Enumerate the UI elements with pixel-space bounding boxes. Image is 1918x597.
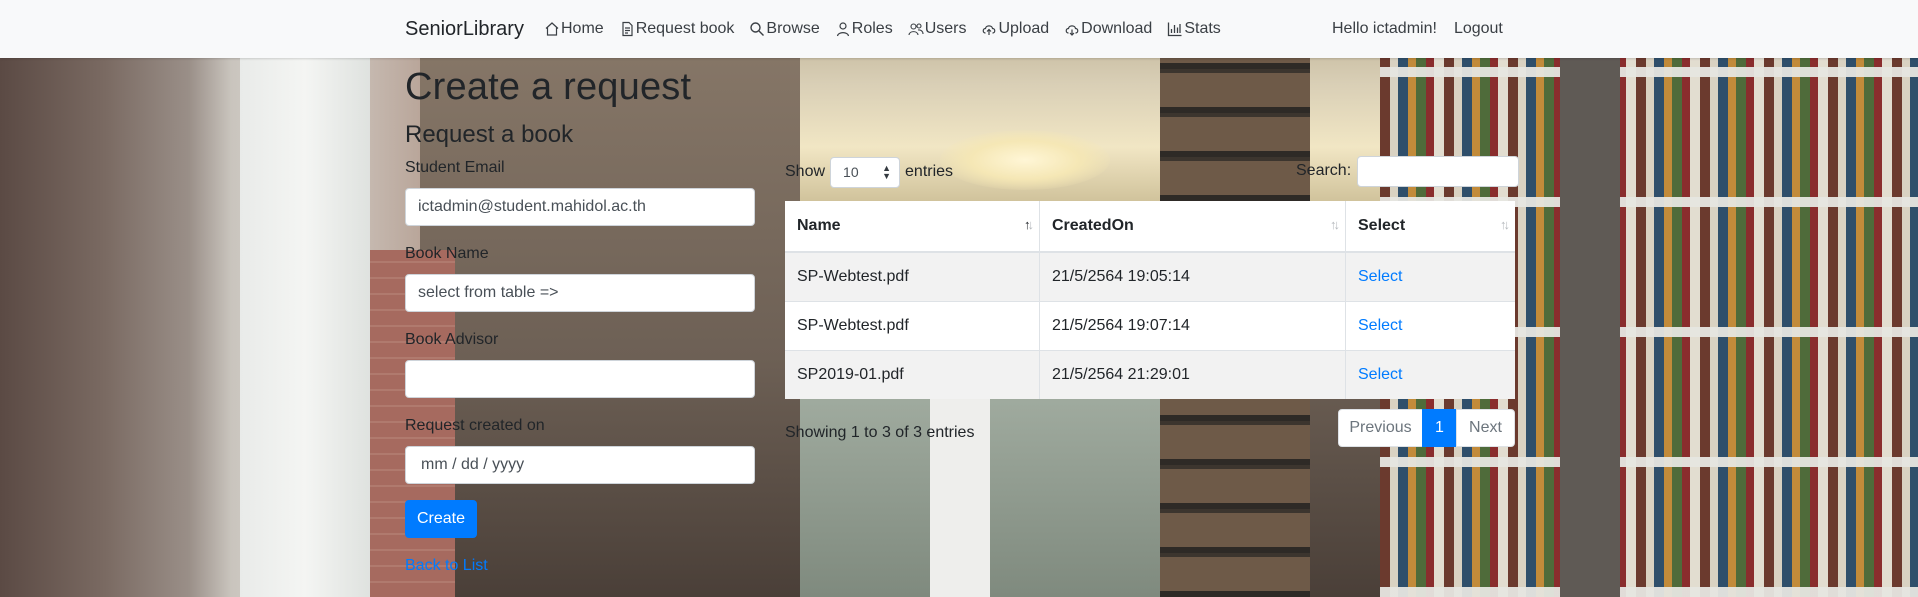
sort-icon: ↑↓ [1500,217,1510,232]
nav-stats[interactable]: Stats [1167,20,1221,38]
nav-home[interactable]: Home [544,20,604,38]
nav-upload-label: Upload [998,20,1050,37]
nav-links: Home Request book Browse Roles Users Upl… [544,0,1236,58]
document-icon [622,21,633,37]
book-name-input[interactable] [405,274,755,312]
house-icon [545,22,559,36]
book-advisor-input[interactable] [405,360,755,398]
column-header-name[interactable]: Name ↑↓ [785,201,1040,253]
request-date-input[interactable]: mm / dd / yyyy [405,446,755,484]
table-row: SP-Webtest.pdf 21/5/2564 19:07:14 Select [785,301,1515,351]
person-icon [836,22,849,37]
pagination-next[interactable]: Next [1456,409,1515,447]
nav-users-label: Users [924,20,967,37]
select-link[interactable]: Select [1358,317,1402,334]
back-to-list-link[interactable]: Back to List [405,557,488,575]
cell-name: SP-Webtest.pdf [785,301,1040,351]
column-header-select[interactable]: Select ↑↓ [1345,201,1515,253]
nav-download[interactable]: Download [1064,20,1152,38]
entries-length-value: 10 [843,164,859,180]
cell-select: Select [1345,251,1515,302]
cloud-upload-icon [983,25,996,35]
nav-stats-label: Stats [1184,20,1221,37]
student-email-label: Student Email [405,159,505,176]
pagination-previous[interactable]: Previous [1338,409,1423,447]
nav-browse[interactable]: Browse [749,20,820,38]
cell-name: SP-Webtest.pdf [785,251,1040,302]
entries-label: entries [905,163,954,180]
logout-link[interactable]: Logout [1454,20,1503,38]
column-header-name-label: Name [797,217,841,234]
cell-select: Select [1345,350,1515,399]
page-title: Create a request [405,66,692,108]
nav-user-area: Hello ictadmin! Logout [1332,0,1503,58]
cloud-download-icon [1065,25,1079,36]
sort-icon: ↑↓ [1330,217,1340,232]
student-email-input[interactable] [405,188,755,226]
nav-upload[interactable]: Upload [981,20,1049,38]
entries-length-select[interactable]: 10 ▲ ▼ [830,156,901,188]
search-input[interactable] [1357,155,1520,187]
nav-request-book-label: Request book [635,20,735,37]
entries-length-control: Show 10 ▲ ▼ entries [785,155,953,189]
search-icon [750,22,765,36]
bar-chart-icon [1168,22,1182,37]
pagination-page-1[interactable]: 1 [1422,409,1457,447]
cell-created: 21/5/2564 21:29:01 [1039,350,1346,399]
table-info: Showing 1 to 3 of 3 entries [785,424,975,441]
nav-roles-label: Roles [851,20,893,37]
select-link[interactable]: Select [1358,268,1402,285]
book-name-label: Book Name [405,245,489,262]
nav-browse-label: Browse [766,20,820,37]
cell-name: SP2019-01.pdf [785,350,1040,399]
user-greeting[interactable]: Hello ictadmin! [1332,20,1437,38]
date-placeholder: mm / dd / yyyy [421,456,525,473]
table-search: Search: [1296,155,1520,187]
books-table: Name ↑↓ CreatedOn ↑↓ Select ↑↓ SP-Webtes… [785,201,1515,399]
nav-roles[interactable]: Roles [835,20,893,38]
nav-users[interactable]: Users [908,20,967,38]
nav-request-book[interactable]: Request book [619,20,735,38]
book-advisor-label: Book Advisor [405,331,499,348]
brand-link[interactable]: SeniorLibrary [405,18,524,41]
table-row: SP2019-01.pdf 21/5/2564 21:29:01 Select [785,350,1515,399]
people-icon [908,23,924,36]
column-header-createdon-label: CreatedOn [1052,217,1134,234]
request-date-label: Request created on [405,417,545,434]
pagination: Previous 1 Next [1338,409,1515,447]
nav-download-label: Download [1081,20,1153,37]
page-subtitle: Request a book [405,121,574,148]
create-button[interactable]: Create [405,500,477,538]
select-arrows-icon: ▲ ▼ [882,163,892,181]
search-label: Search: [1296,162,1352,179]
sort-asc-icon: ↑↓ [1024,217,1034,232]
show-label: Show [785,163,826,180]
top-navbar: SeniorLibrary Home Request book Browse R… [0,0,1918,58]
column-header-select-label: Select [1358,217,1406,234]
column-header-createdon[interactable]: CreatedOn ↑↓ [1039,201,1346,253]
cell-select: Select [1345,301,1515,351]
cell-created: 21/5/2564 19:05:14 [1039,251,1346,302]
cell-created: 21/5/2564 19:07:14 [1039,301,1346,351]
nav-home-label: Home [561,20,604,37]
select-link[interactable]: Select [1358,366,1402,383]
table-row: SP-Webtest.pdf 21/5/2564 19:05:14 Select [785,251,1515,302]
table-header-row: Name ↑↓ CreatedOn ↑↓ Select ↑↓ [785,201,1515,253]
